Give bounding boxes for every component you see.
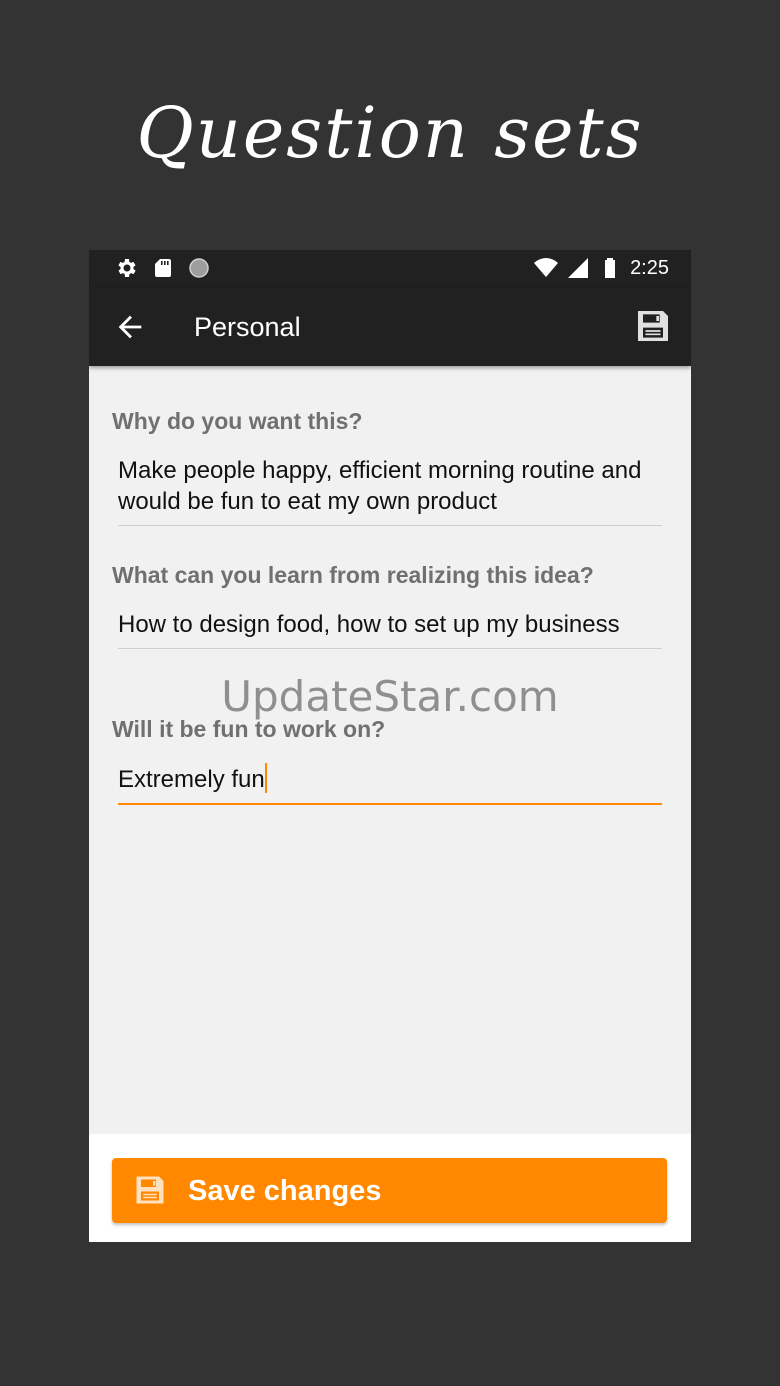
record-icon [187, 256, 211, 280]
save-changes-button[interactable]: Save changes [112, 1158, 667, 1223]
floppy-disk-icon [132, 1172, 168, 1208]
status-time: 2:25 [630, 257, 669, 279]
answer-field-1[interactable]: Make people happy, efficient morning rou… [118, 455, 662, 526]
question-label-3: Will it be fun to work on? [112, 716, 386, 742]
bottom-bar: Save changes [89, 1134, 691, 1242]
app-toolbar: Personal [89, 288, 691, 366]
arrow-left-icon [113, 310, 147, 344]
back-button[interactable] [113, 310, 147, 344]
sd-card-icon [151, 256, 175, 280]
answer-text-3: Extremely fun [118, 766, 265, 793]
save-changes-label: Save changes [188, 1175, 382, 1207]
phone-screen: 2:25 Personal Why do you want this? Make… [89, 250, 691, 1242]
answer-field-3[interactable]: Extremely fun [118, 763, 662, 805]
answer-field-2[interactable]: How to design food, how to set up my bus… [118, 609, 662, 649]
gear-icon [115, 256, 139, 280]
wifi-icon [534, 256, 559, 280]
question-label-1: Why do you want this? [112, 408, 363, 434]
text-caret [264, 763, 267, 793]
page-title: Personal [194, 312, 301, 342]
status-bar: 2:25 [89, 250, 691, 288]
signal-icon [566, 256, 590, 280]
save-toolbar-button[interactable] [633, 306, 673, 346]
battery-icon [598, 256, 622, 280]
promo-title: Question sets [136, 92, 644, 174]
question-label-2: What can you learn from realizing this i… [112, 562, 594, 588]
floppy-disk-icon [633, 306, 673, 346]
